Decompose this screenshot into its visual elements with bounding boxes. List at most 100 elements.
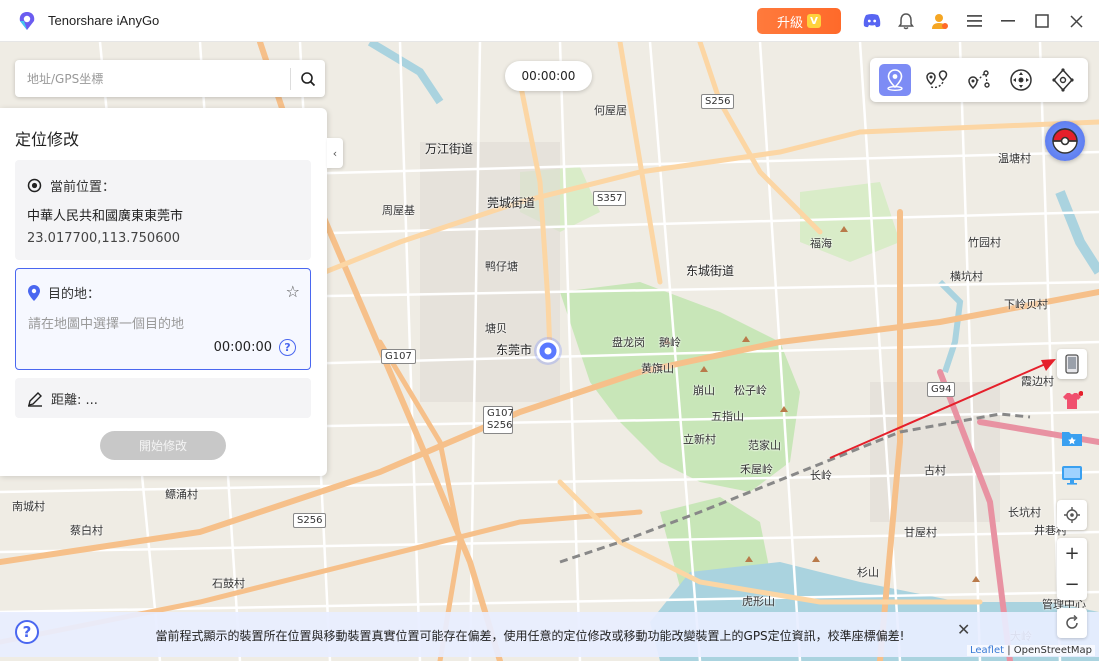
map-label: 横坑村 (950, 270, 983, 283)
maximize-icon[interactable] (1025, 0, 1059, 42)
map-label: 杉山 (857, 566, 879, 579)
shirt-icon (1063, 391, 1083, 409)
favorite-star-icon[interactable]: ☆ (286, 282, 300, 301)
map-label: 塘贝 (485, 322, 507, 335)
current-location-row: 當前位置： (27, 176, 115, 195)
jump-teleport-icon (1052, 68, 1074, 92)
distance-card: 距離: ... (15, 378, 311, 418)
joystick-mode-icon (1010, 69, 1032, 91)
two-spot-mode-icon (926, 70, 948, 89)
map-label: 鳔涌村 (165, 488, 198, 501)
destination-label: 目的地： (48, 287, 101, 302)
device-button[interactable] (1057, 349, 1087, 379)
zoom-out-button[interactable]: − (1064, 574, 1079, 595)
joystick-mode-button[interactable] (1005, 64, 1037, 96)
teleport-mode-button[interactable] (879, 64, 911, 96)
map-label: 霞边村 (1021, 375, 1054, 388)
teleport-mode-icon (887, 69, 903, 91)
road-shield: G107 (381, 349, 416, 364)
device-icon (1065, 354, 1079, 374)
multi-spot-mode-button[interactable] (963, 64, 995, 96)
distance-label: 距離: ... (51, 393, 98, 408)
start-modify-button[interactable]: 開始修改 (100, 431, 226, 460)
vip-badge-icon: V (807, 14, 821, 28)
road-shield: S256 (293, 513, 327, 528)
map-label: 鹅岭 (659, 336, 681, 349)
map-label: 松子岭 (734, 384, 767, 397)
leaflet-link[interactable]: Leaflet (970, 645, 1004, 656)
distance-row: 距離: ... (27, 389, 98, 408)
pokemon-go-button[interactable] (1045, 121, 1085, 161)
current-address: 中華人民共和國廣東東莞市 (27, 209, 184, 224)
map-label: 禾屋岭 (740, 463, 773, 476)
current-location-label: 當前位置： (50, 180, 116, 195)
banner-message: 當前程式顯示的裝置所在位置與移動裝置真實位置可能存在偏差，使用任意的定位修改或移… (155, 629, 905, 643)
zoom-control: + − (1057, 538, 1087, 600)
refresh-icon (1066, 615, 1078, 629)
map-label: 竹园村 (968, 236, 1001, 249)
screen-button[interactable] (1057, 460, 1087, 490)
map-label: 石鼓村 (212, 577, 245, 590)
map-label: 莞城街道 (487, 196, 536, 210)
search-button[interactable] (291, 60, 325, 97)
map-label: 福海 (810, 237, 832, 250)
chevron-left-icon: ‹ (332, 146, 338, 160)
two-spot-mode-button[interactable] (921, 64, 953, 96)
collapse-panel-button[interactable]: ‹ (327, 138, 343, 168)
map-label: 甘屋村 (904, 526, 937, 539)
upgrade-label: 升級 (776, 15, 803, 31)
map-label: 温塘村 (998, 152, 1031, 165)
attribution-separator: | (1004, 645, 1014, 656)
favorites-button[interactable] (1057, 423, 1087, 453)
map-label: 鸭仔塘 (485, 260, 518, 273)
destination-placeholder: 請在地圖中選擇一個目的地 (28, 317, 185, 332)
map-label: 南城村 (12, 500, 45, 513)
mode-toolbar (870, 58, 1088, 102)
banner-close-icon[interactable]: ✕ (957, 620, 970, 639)
osm-link[interactable]: OpenStreetMap (1014, 645, 1092, 656)
upgrade-button[interactable]: 升級 V (757, 8, 841, 34)
road-shield: S256 (701, 94, 735, 109)
destination-card[interactable]: 目的地： ☆ 請在地圖中選擇一個目的地 00:00:00 ? (15, 268, 311, 370)
map-label: 崩山 (693, 384, 715, 397)
location-panel: 定位修改 當前位置： 中華人民共和國廣東東莞市 23.017700,113.75… (0, 108, 327, 476)
close-icon[interactable] (1059, 0, 1093, 42)
zoom-in-button[interactable]: + (1064, 543, 1079, 564)
multi-spot-mode-icon (968, 70, 990, 90)
map-label: 下岭贝村 (1004, 298, 1048, 311)
bell-icon[interactable] (889, 0, 923, 42)
map-label: 黄旗山 (641, 362, 674, 375)
title-bar: Tenorshare iAnyGo 升級 V (0, 0, 1099, 42)
search-icon (301, 71, 316, 86)
map-label: 周屋基 (382, 204, 415, 217)
elapsed-timer: 00:00:00 (505, 61, 592, 91)
location-pin-icon (28, 284, 40, 301)
app-title: Tenorshare iAnyGo (48, 13, 160, 28)
jump-teleport-button[interactable] (1047, 64, 1079, 96)
map-label: 蔡白村 (70, 524, 103, 537)
screen-icon (1062, 466, 1082, 485)
minimize-icon[interactable] (991, 0, 1025, 42)
user-icon[interactable] (923, 0, 957, 42)
help-icon[interactable]: ? (279, 339, 296, 356)
map-label: 何屋居 (594, 104, 627, 117)
map-label: 长坑村 (1008, 506, 1041, 519)
app-logo-icon (16, 10, 38, 32)
calibration-banner: ? 當前程式顯示的裝置所在位置與移動裝置真實位置可能存在偏差，使用任意的定位修改… (0, 608, 1099, 657)
locate-button[interactable] (1057, 500, 1087, 530)
current-location-card: 當前位置： 中華人民共和國廣東東莞市 23.017700,113.750600 (15, 160, 311, 260)
pokeball-icon (1052, 128, 1078, 154)
road-shield: G107 S256 (483, 406, 514, 434)
map-attribution: Leaflet | OpenStreetMap (967, 645, 1095, 656)
search-bar (15, 60, 325, 97)
map-label: 虎形山 (742, 595, 775, 608)
discord-icon[interactable] (855, 0, 889, 42)
panel-title: 定位修改 (15, 130, 80, 149)
reset-button[interactable] (1057, 608, 1087, 638)
destination-row: 目的地： (28, 283, 100, 302)
favorites-folder-icon (1062, 432, 1082, 446)
search-input[interactable] (15, 71, 290, 86)
outfit-button[interactable] (1057, 386, 1087, 416)
map-label: 长岭 (810, 469, 832, 482)
menu-icon[interactable] (957, 0, 991, 42)
